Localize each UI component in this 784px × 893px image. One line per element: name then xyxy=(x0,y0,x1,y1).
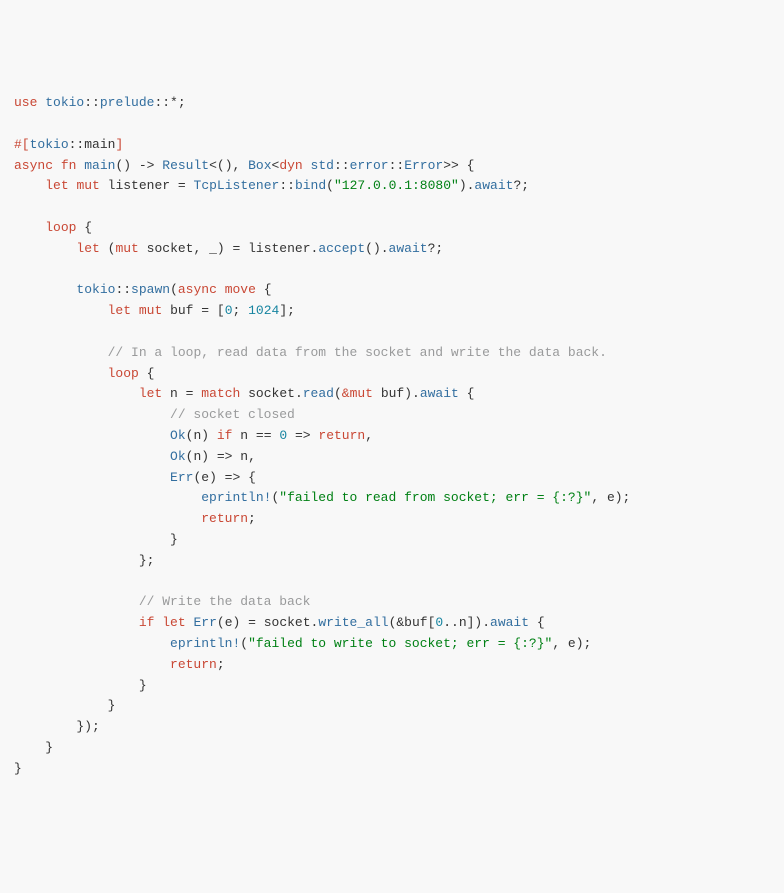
fn-accept: accept xyxy=(318,241,365,256)
ident-listener: listener xyxy=(248,241,310,256)
keyword-mut: mut xyxy=(76,178,99,193)
namespace-prelude: prelude xyxy=(100,95,155,110)
keyword-let: let xyxy=(108,303,131,318)
string-read-err: "failed to read from socket; err = {:?}" xyxy=(279,490,591,505)
ident-e: e xyxy=(225,615,233,630)
type-tcplistener: TcpListener xyxy=(194,178,280,193)
attribute-close: ] xyxy=(115,137,123,152)
namespace-tokio: tokio xyxy=(30,137,69,152)
ident-n: n xyxy=(459,615,467,630)
string-addr: "127.0.0.1:8080" xyxy=(334,178,459,193)
fn-bind: bind xyxy=(295,178,326,193)
attribute-open: #[ xyxy=(14,137,30,152)
fn-read: read xyxy=(303,386,334,401)
fn-write-all: write_all xyxy=(318,615,388,630)
namespace-error: error xyxy=(350,158,389,173)
keyword-let: let xyxy=(76,241,99,256)
type-result: Result xyxy=(162,158,209,173)
ident-n: n xyxy=(170,386,178,401)
keyword-await: await xyxy=(389,241,428,256)
keyword-let: let xyxy=(139,386,162,401)
keyword-move: move xyxy=(225,282,256,297)
namespace-tokio: tokio xyxy=(76,282,115,297)
ident-buf: buf xyxy=(170,303,193,318)
keyword-mut: mut xyxy=(115,241,138,256)
fn-main: main xyxy=(84,158,115,173)
ident-socket: socket xyxy=(264,615,311,630)
keyword-await: await xyxy=(420,386,459,401)
keyword-return: return xyxy=(201,511,248,526)
macro-eprintln: eprintln! xyxy=(170,636,240,651)
keyword-loop: loop xyxy=(45,220,76,235)
comment-loop: // In a loop, read data from the socket … xyxy=(108,345,607,360)
type-box: Box xyxy=(248,158,271,173)
ident-socket: socket xyxy=(248,386,295,401)
keyword-let: let xyxy=(45,178,68,193)
keyword-loop: loop xyxy=(108,366,139,381)
namespace-tokio: tokio xyxy=(45,95,84,110)
ident-buf: buf xyxy=(381,386,404,401)
string-write-err: "failed to write to socket; err = {:?}" xyxy=(248,636,552,651)
ident-listener: listener xyxy=(108,178,170,193)
attr-main: main xyxy=(84,137,115,152)
namespace-std: std xyxy=(311,158,334,173)
code-block: use tokio::prelude::*; #[tokio::main] as… xyxy=(14,93,770,779)
comment-socket-closed: // socket closed xyxy=(170,407,295,422)
type-error: Error xyxy=(404,158,443,173)
comment-write-back: // Write the data back xyxy=(139,594,311,609)
keyword-let: let xyxy=(162,615,185,630)
keyword-await: await xyxy=(474,178,513,193)
ref-mut: &mut xyxy=(342,386,373,401)
ident-e: e xyxy=(568,636,576,651)
keyword-return: return xyxy=(318,428,365,443)
keyword-async: async xyxy=(178,282,217,297)
macro-eprintln: eprintln! xyxy=(201,490,271,505)
keyword-return: return xyxy=(170,657,217,672)
ident-e: e xyxy=(607,490,615,505)
number-zero: 0 xyxy=(225,303,233,318)
ident-buf: buf xyxy=(404,615,427,630)
keyword-if: if xyxy=(139,615,155,630)
variant-err: Err xyxy=(193,615,216,630)
keyword-match: match xyxy=(201,386,240,401)
keyword-use: use xyxy=(14,95,37,110)
ident-socket: socket xyxy=(147,241,194,256)
keyword-mut: mut xyxy=(139,303,162,318)
keyword-dyn: dyn xyxy=(279,158,302,173)
variant-err: Err xyxy=(170,470,193,485)
fn-spawn: spawn xyxy=(131,282,170,297)
ident-e: e xyxy=(201,470,209,485)
keyword-fn: fn xyxy=(61,158,77,173)
keyword-async: async xyxy=(14,158,53,173)
variant-ok: Ok xyxy=(170,449,186,464)
number-zero: 0 xyxy=(279,428,287,443)
variant-ok: Ok xyxy=(170,428,186,443)
keyword-await: await xyxy=(490,615,529,630)
keyword-if: if xyxy=(217,428,233,443)
number-1024: 1024 xyxy=(248,303,279,318)
